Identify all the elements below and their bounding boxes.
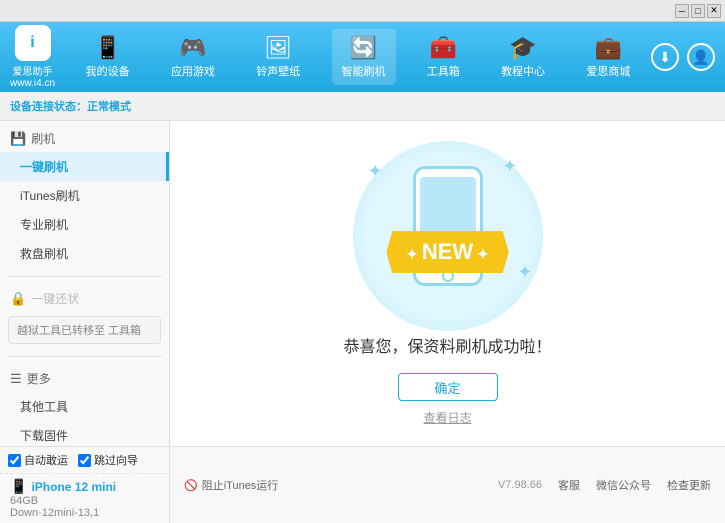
footer-links: V7.98.66 客服 微信公众号 检查更新 [498, 477, 711, 493]
divider-2 [8, 356, 161, 357]
new-ribbon: NEW [386, 231, 509, 273]
main-content: NEW ✦ ✦ ✦ 恭喜您，保资料刷机成功啦！ 确定 查看日志 [170, 121, 725, 446]
tools-icon: 🧰 [430, 35, 457, 61]
device-icon: 📱 [10, 478, 27, 495]
nav-bar: 📱我的设备 🎮应用游戏 🖼铃声壁纸 🔄智能刷机 🧰工具箱 🎓教程中心 💼爱思商城 [65, 29, 651, 85]
sidebar-header-restore: 🔒 一键还状 [0, 285, 169, 312]
sidebar-header-restore-label: 一键还状 [31, 290, 79, 307]
skip-wizard-checkbox[interactable]: 跳过向导 [78, 452, 138, 468]
divider-1 [8, 276, 161, 277]
wechat-link[interactable]: 微信公众号 [596, 477, 651, 493]
sparkle-3: ✦ [517, 262, 532, 283]
nav-item-apps[interactable]: 🎮应用游戏 [161, 29, 225, 85]
sidebar-item-pro-flash[interactable]: 专业刷机 [0, 210, 169, 239]
sparkle-1: ✦ [368, 161, 383, 182]
header-right: ⬇ 👤 [651, 43, 715, 71]
nav-item-smart[interactable]: 🔄智能刷机 [332, 29, 396, 85]
close-button[interactable]: ✕ [707, 4, 721, 18]
nav-item-device[interactable]: 📱我的设备 [76, 29, 140, 85]
logo: i 爱思助手 www.i4.cn [10, 25, 55, 89]
auto-launch-label: 自动敢运 [24, 452, 68, 468]
shop-icon: 💼 [595, 35, 622, 61]
restore-icon: 🔒 [10, 291, 26, 307]
nav-item-wallpaper[interactable]: 🖼铃声壁纸 [246, 29, 310, 85]
auto-launch-input[interactable] [8, 454, 21, 467]
sidebar-item-itunes-flash[interactable]: iTunes刷机 [0, 181, 169, 210]
header: i 爱思助手 www.i4.cn 📱我的设备 🎮应用游戏 🖼铃声壁纸 🔄智能刷机 🧰工具… [0, 22, 725, 92]
sparkle-2: ✦ [502, 156, 517, 177]
sidebar-item-save-flash[interactable]: 救盘刷机 [0, 239, 169, 268]
nav-item-shop[interactable]: 💼爱思商城 [576, 29, 640, 85]
sidebar-item-other-tools[interactable]: 其他工具 [0, 392, 169, 421]
sidebar-section-restore: 🔒 一键还状 越狱工具已转移至 工具箱 [0, 281, 169, 352]
checkboxes-area: 自动敢运 跳过向导 [0, 447, 169, 474]
success-graphic: NEW ✦ ✦ ✦ [348, 141, 548, 313]
apps-icon: 🎮 [179, 35, 206, 61]
nav-item-tools[interactable]: 🧰工具箱 [417, 29, 470, 85]
sidebar-header-more: ☰ 更多 [0, 365, 169, 392]
skip-wizard-label: 跳过向导 [94, 452, 138, 468]
window-controls[interactable]: ─ □ ✕ [675, 4, 721, 18]
device-info-area: 📱 iPhone 12 mini 64GB Down·12mini-13,1 [0, 474, 169, 523]
flash-section-icon: 💾 [10, 131, 26, 147]
more-icon: ☰ [10, 371, 22, 387]
sidebar-section-more: ☰ 更多 其他工具 下载固件 高级功能 [0, 361, 169, 446]
sidebar-item-one-key-flash[interactable]: 一键刷机 [0, 152, 169, 181]
success-message: 恭喜您，保资料刷机成功啦！ [343, 333, 551, 357]
minimize-button[interactable]: ─ [675, 4, 689, 18]
sidebar: 💾 刷机 一键刷机 iTunes刷机 专业刷机 救盘刷机 🔒 一键还状 越狱工具… [0, 121, 170, 446]
nav-item-tutorial[interactable]: 🎓教程中心 [491, 29, 555, 85]
bottom-bar: 自动敢运 跳过向导 📱 iPhone 12 mini 64GB Down·12m… [0, 446, 725, 523]
skip-wizard-input[interactable] [78, 454, 91, 467]
confirm-button[interactable]: 确定 [398, 373, 498, 401]
device-name: iPhone 12 mini [31, 480, 116, 494]
maximize-button[interactable]: □ [691, 4, 705, 18]
device-icon: 📱 [94, 35, 121, 61]
title-bar: ─ □ ✕ [0, 0, 725, 22]
info-box-jailbreak: 越狱工具已转移至 工具箱 [8, 316, 161, 344]
customer-service-link[interactable]: 客服 [558, 477, 580, 493]
sidebar-header-more-label: 更多 [27, 370, 51, 387]
status-value: 正常模式 [87, 101, 131, 113]
sidebar-header-flash: 💾 刷机 [0, 125, 169, 152]
user-button[interactable]: 👤 [687, 43, 715, 71]
sidebar-section-flash: 💾 刷机 一键刷机 iTunes刷机 专业刷机 救盘刷机 [0, 121, 169, 272]
check-update-link[interactable]: 检查更新 [667, 477, 711, 493]
bottom-left: 自动敢运 跳过向导 📱 iPhone 12 mini 64GB Down·12m… [0, 447, 170, 523]
logo-text: 爱思助手 www.i4.cn [10, 63, 55, 89]
logo-icon: i [15, 25, 51, 61]
auto-launch-checkbox[interactable]: 自动敢运 [8, 452, 68, 468]
device-firmware: Down·12mini-13,1 [10, 507, 159, 519]
version-label: V7.98.66 [498, 479, 542, 491]
itunes-icon: 🚫 [184, 479, 198, 492]
tutorial-icon: 🎓 [509, 35, 536, 61]
bottom-right: 🚫 阻止iTunes运行 V7.98.66 客服 微信公众号 检查更新 [170, 447, 725, 523]
status-bar: 设备连接状态：正常模式 [0, 92, 725, 121]
device-storage: 64GB [10, 495, 159, 507]
sidebar-header-flash-label: 刷机 [31, 130, 55, 147]
browse-log-link[interactable]: 查看日志 [423, 409, 471, 426]
download-button[interactable]: ⬇ [651, 43, 679, 71]
itunes-status: 🚫 阻止iTunes运行 [184, 477, 278, 493]
wallpaper-icon: 🖼 [264, 35, 292, 61]
smart-icon: 🔄 [350, 35, 377, 61]
sidebar-item-download-firmware[interactable]: 下载固件 [0, 421, 169, 446]
